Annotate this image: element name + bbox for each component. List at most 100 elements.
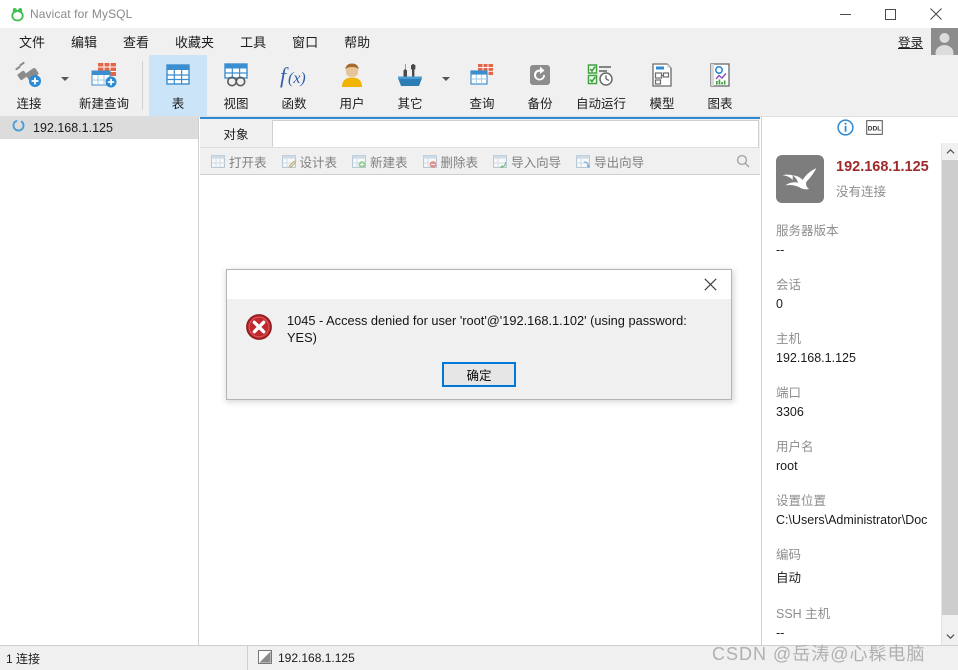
toolbar-other-label: 其它 <box>397 97 423 111</box>
info-panel-content: 192.168.1.125 没有连接 服务器版本 -- 会话 0 主机 192.… <box>762 143 940 640</box>
menu-favorites[interactable]: 收藏夹 <box>164 29 225 54</box>
toolbar-user-label: 用户 <box>339 97 365 111</box>
chevron-up-icon[interactable] <box>942 143 958 160</box>
chart-icon <box>706 58 734 92</box>
menu-bar: 文件 编辑 查看 收藏夹 工具 窗口 帮助 登录 <box>0 28 958 55</box>
app-title: Navicat for MySQL <box>30 7 133 21</box>
toolbar-connection-label: 连接 <box>16 97 42 111</box>
import-wizard-label: 导入向导 <box>511 155 562 170</box>
toolbar-table-label: 表 <box>171 97 185 111</box>
chevron-down-icon <box>442 76 451 81</box>
window-controls <box>823 0 958 28</box>
field-label: 主机 <box>776 332 802 346</box>
menu-edit[interactable]: 编辑 <box>60 29 108 54</box>
object-list-area <box>200 175 760 644</box>
table-icon <box>163 58 193 92</box>
toolbar-divider-1 <box>142 61 144 110</box>
delete-table-icon <box>422 154 437 168</box>
delete-table-button[interactable]: 删除表 <box>417 150 485 173</box>
tab-empty-area <box>272 120 759 147</box>
toolbar-view-label: 视图 <box>223 97 249 111</box>
status-host: 192.168.1.125 <box>248 649 355 667</box>
menu-window[interactable]: 窗口 <box>281 29 329 54</box>
field-encoding: 编码 自动 <box>776 544 926 586</box>
toolbar-view[interactable]: 视图 <box>207 55 265 116</box>
login-area: 登录 <box>898 28 958 55</box>
dialog-message: 1045 - Access denied for user 'root'@'19… <box>287 313 687 345</box>
toolbar-new-query[interactable]: 新建查询 <box>72 55 136 116</box>
minimize-icon[interactable] <box>823 0 868 28</box>
toolbar-query-label: 查询 <box>469 97 495 111</box>
status-connections: 1 连接 <box>0 645 248 670</box>
tab-strip: 对象 <box>200 117 760 147</box>
field-value: 192.168.1.125 <box>776 351 856 365</box>
toolbar-other[interactable]: 其它 <box>381 55 439 116</box>
ddl-icon[interactable]: DDL <box>866 120 883 140</box>
field-settings-location: 设置位置 C:\Users\Administrator\Doc <box>776 490 928 527</box>
automation-icon <box>585 58 617 92</box>
toolbar-automation[interactable]: 自动运行 <box>569 55 633 116</box>
field-ssh-host: SSH 主机 -- <box>776 603 926 640</box>
view-icon <box>221 58 251 92</box>
info-circle-icon[interactable] <box>837 119 854 141</box>
info-panel-scrollbar[interactable] <box>941 143 958 645</box>
open-table-icon <box>211 154 225 168</box>
info-panel: DDL 192.168.1.125 没有连接 服务器版本 -- 会话 0 主机 … <box>761 117 958 645</box>
status-host-label: 192.168.1.125 <box>278 651 355 665</box>
field-value: C:\Users\Administrator\Doc <box>776 513 928 527</box>
scrollbar-track[interactable] <box>942 160 958 628</box>
function-fx-icon: f (x) <box>277 58 311 92</box>
toolbar-connection[interactable]: 连接 <box>0 55 58 116</box>
user-icon <box>338 58 366 92</box>
info-panel-title: 192.168.1.125 <box>836 159 929 175</box>
search-icon[interactable] <box>736 154 750 168</box>
menu-tools[interactable]: 工具 <box>229 29 277 54</box>
dialog-body: 1045 - Access denied for user 'root'@'19… <box>227 299 731 346</box>
field-label: SSH 主机 <box>776 607 831 621</box>
login-link[interactable]: 登录 <box>898 32 923 51</box>
object-toolbar: 打开表 设计表 新建表 删除表 导入向导 导出向导 <box>200 147 760 175</box>
new-query-icon <box>88 58 120 92</box>
close-icon[interactable] <box>913 0 958 28</box>
field-sessions: 会话 0 <box>776 274 926 311</box>
close-icon[interactable] <box>689 270 731 299</box>
menu-view[interactable]: 查看 <box>112 29 160 54</box>
field-label: 端口 <box>776 386 802 400</box>
field-value: root <box>776 459 798 473</box>
field-server-version: 服务器版本 -- <box>776 220 926 257</box>
scrollbar-thumb[interactable] <box>942 160 958 615</box>
toolbar-query[interactable]: 查询 <box>453 55 511 116</box>
user-avatar-icon[interactable] <box>931 28 958 55</box>
design-table-label: 设计表 <box>299 155 338 170</box>
import-wizard-button[interactable]: 导入向导 <box>487 150 567 173</box>
toolbar-user[interactable]: 用户 <box>323 55 381 116</box>
open-table-button[interactable]: 打开表 <box>205 150 273 173</box>
toolbar-backup[interactable]: 备份 <box>511 55 569 116</box>
sidebar-item-connection[interactable]: 192.168.1.125 <box>0 117 198 139</box>
menu-file[interactable]: 文件 <box>8 29 56 54</box>
connection-dropdown-caret[interactable] <box>58 55 72 116</box>
sidebar-item-label: 192.168.1.125 <box>33 121 113 135</box>
new-table-button[interactable]: 新建表 <box>346 150 414 173</box>
chevron-down-icon[interactable] <box>942 628 958 645</box>
navicat-logo-icon <box>0 7 26 22</box>
dialog-footer: 确定 <box>227 362 731 388</box>
new-table-icon <box>352 154 366 168</box>
toolbar-model[interactable]: 模型 <box>633 55 691 116</box>
maximize-icon[interactable] <box>868 0 913 28</box>
export-wizard-label: 导出向导 <box>594 155 645 170</box>
host-icon <box>258 649 272 667</box>
info-panel-iconbar: DDL <box>762 117 958 143</box>
error-dialog: 1045 - Access denied for user 'root'@'19… <box>226 269 732 400</box>
tab-objects[interactable]: 对象 <box>200 119 272 147</box>
main-toolbar: 连接 新建查询 表 视图 f (x) 函数 用户 其它 查询 备份 自动运行 模… <box>0 55 958 117</box>
menu-help[interactable]: 帮助 <box>333 29 381 54</box>
design-table-button[interactable]: 设计表 <box>276 150 344 173</box>
toolbar-function[interactable]: f (x) 函数 <box>265 55 323 116</box>
export-wizard-button[interactable]: 导出向导 <box>570 150 650 173</box>
field-value: 0 <box>776 297 783 311</box>
toolbar-chart[interactable]: 图表 <box>691 55 749 116</box>
other-dropdown-caret[interactable] <box>439 55 453 116</box>
ok-button[interactable]: 确定 <box>442 362 516 388</box>
toolbar-table[interactable]: 表 <box>149 55 208 116</box>
